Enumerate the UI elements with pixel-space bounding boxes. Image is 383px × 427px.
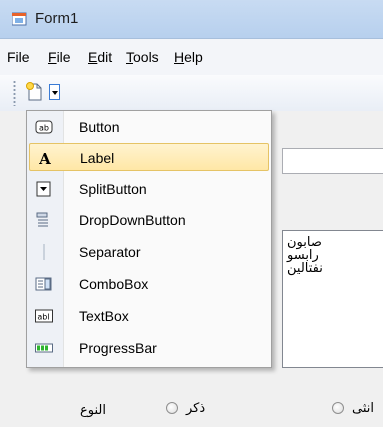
- label-icon: A: [38, 150, 51, 166]
- separator-icon: [43, 244, 45, 260]
- new-item-icon[interactable]: [25, 82, 47, 102]
- menu-tools-rest: ools: [133, 49, 159, 65]
- menu-item-label: Separator: [79, 244, 141, 260]
- form-icon: [12, 12, 27, 26]
- combobox-icon: [35, 277, 52, 291]
- menu-file-mnemonic: F: [48, 49, 57, 65]
- button-icon: ab: [35, 120, 53, 134]
- svg-text:A: A: [38, 150, 51, 166]
- menu-item-button[interactable]: ab Button: [29, 113, 269, 141]
- radio-male-circle[interactable]: [166, 402, 178, 414]
- menu-tools-mnemonic: T: [126, 49, 133, 65]
- gender-label: النوع: [80, 402, 106, 417]
- radio-female[interactable]: انثى: [332, 400, 374, 416]
- menu-item-label: TextBox: [79, 308, 129, 324]
- list-item[interactable]: نفتالين: [287, 261, 383, 274]
- menu-file[interactable]: File: [48, 49, 71, 65]
- svg-text:abl: abl: [37, 313, 49, 322]
- menu-item-label: DropDownButton: [79, 212, 186, 228]
- radio-male-label: ذكر: [186, 400, 206, 415]
- menu-item-dropdownbutton[interactable]: DropDownButton: [29, 206, 269, 234]
- radio-female-circle[interactable]: [332, 402, 344, 414]
- menu-item-label: ComboBox: [79, 276, 149, 292]
- tool-strip: [0, 75, 383, 111]
- radio-male[interactable]: ذكر: [166, 400, 205, 416]
- text-input[interactable]: [282, 148, 383, 174]
- menu-item-progressbar[interactable]: ProgressBar: [29, 334, 269, 362]
- split-button-icon: [36, 181, 51, 197]
- menu-item-label: SplitButton: [79, 181, 147, 197]
- menu-item-label: Label: [80, 150, 115, 166]
- menu-item-combobox[interactable]: ComboBox: [29, 270, 269, 298]
- window-title: Form1: [35, 10, 79, 27]
- menu-help-rest: elp: [184, 49, 203, 65]
- menu-file-plain[interactable]: File: [7, 49, 30, 65]
- title-bar: Form1: [0, 0, 383, 39]
- menu-item-label: ProgressBar: [79, 340, 157, 356]
- add-item-split-button[interactable]: [25, 80, 65, 104]
- menu-tools[interactable]: Tools: [126, 49, 159, 65]
- textbox-icon: abl: [35, 309, 53, 323]
- svg-text:ab: ab: [39, 124, 49, 133]
- menu-item-label: Button: [79, 119, 120, 135]
- add-item-dropdown: ab Button A Label SplitButton DropDownBu…: [26, 110, 272, 368]
- radio-female-label: انثى: [352, 400, 374, 415]
- menu-file-rest: ile: [56, 49, 71, 65]
- progressbar-icon: [35, 343, 53, 353]
- menu-item-label-control[interactable]: A Label: [29, 143, 269, 171]
- items-listbox[interactable]: صابون رابسو نفتالين: [282, 230, 383, 368]
- menu-help[interactable]: Help: [174, 49, 203, 65]
- menu-item-splitbutton[interactable]: SplitButton: [29, 175, 269, 203]
- menu-item-separator[interactable]: Separator: [29, 238, 269, 266]
- toolstrip-grip[interactable]: [13, 80, 16, 106]
- menu-help-mnemonic: H: [174, 49, 185, 65]
- menu-bar: File File Edit Tools Help: [0, 39, 383, 75]
- menu-edit-rest: dit: [97, 49, 113, 65]
- menu-edit[interactable]: Edit: [88, 49, 112, 65]
- menu-edit-mnemonic: E: [88, 49, 98, 65]
- split-dropdown-arrow[interactable]: [49, 84, 60, 100]
- menu-item-textbox[interactable]: abl TextBox: [29, 302, 269, 330]
- dropdown-button-icon: [36, 212, 48, 227]
